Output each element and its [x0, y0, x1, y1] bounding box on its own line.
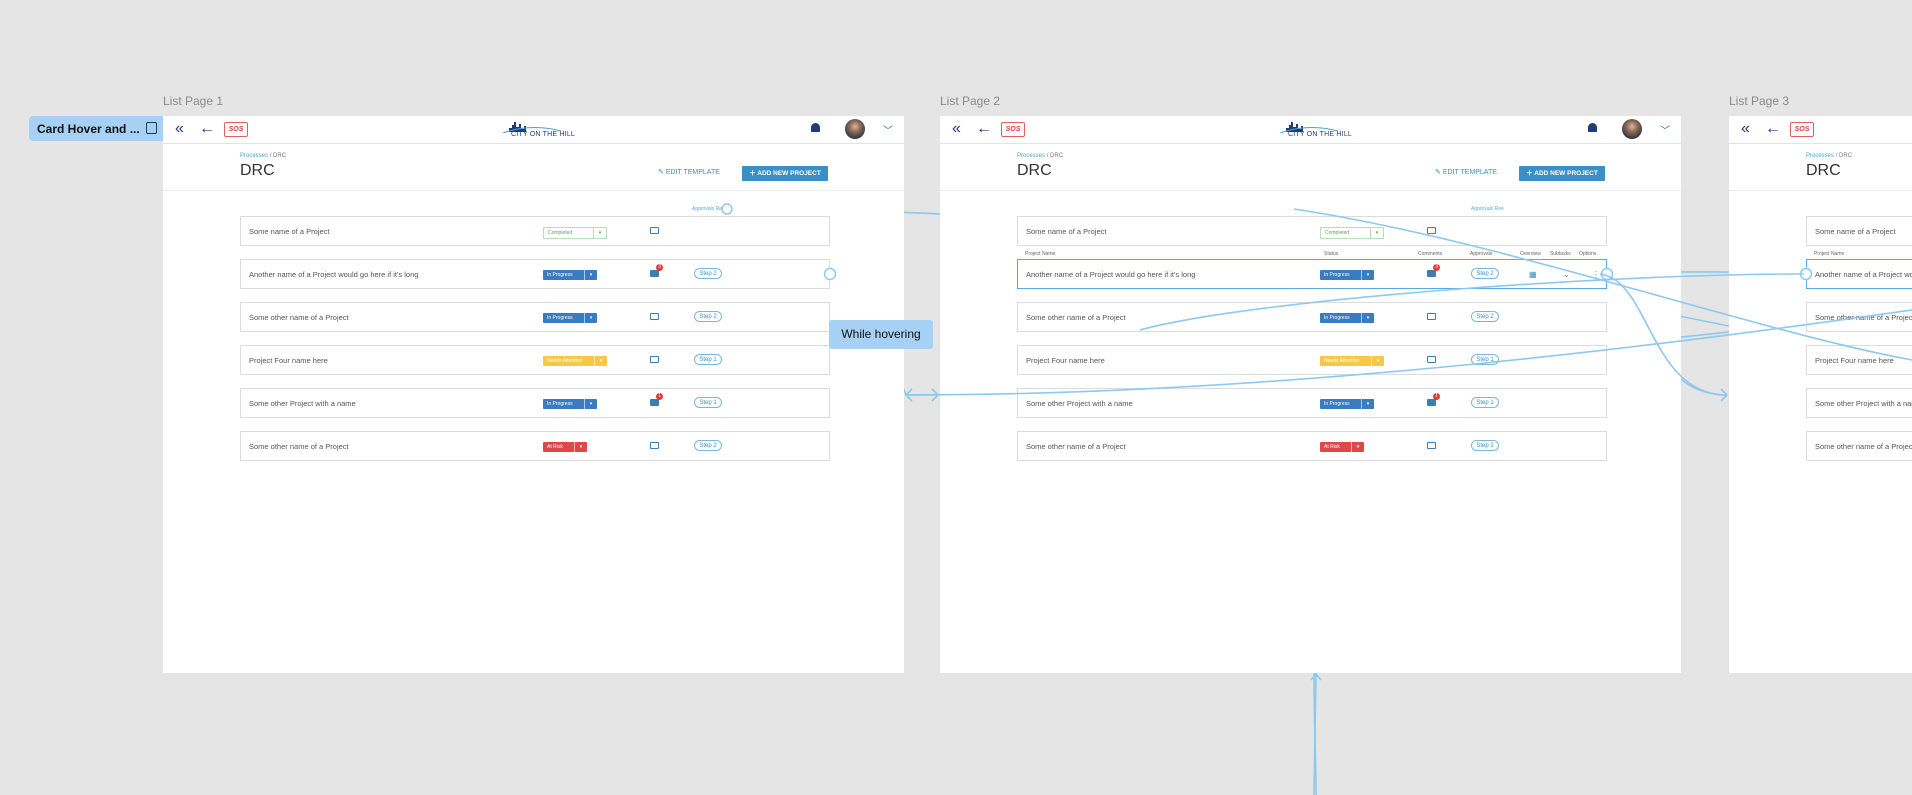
prototype-connectors-overlay — [905, 208, 1912, 795]
hover-trigger-label: While hovering — [829, 320, 933, 349]
